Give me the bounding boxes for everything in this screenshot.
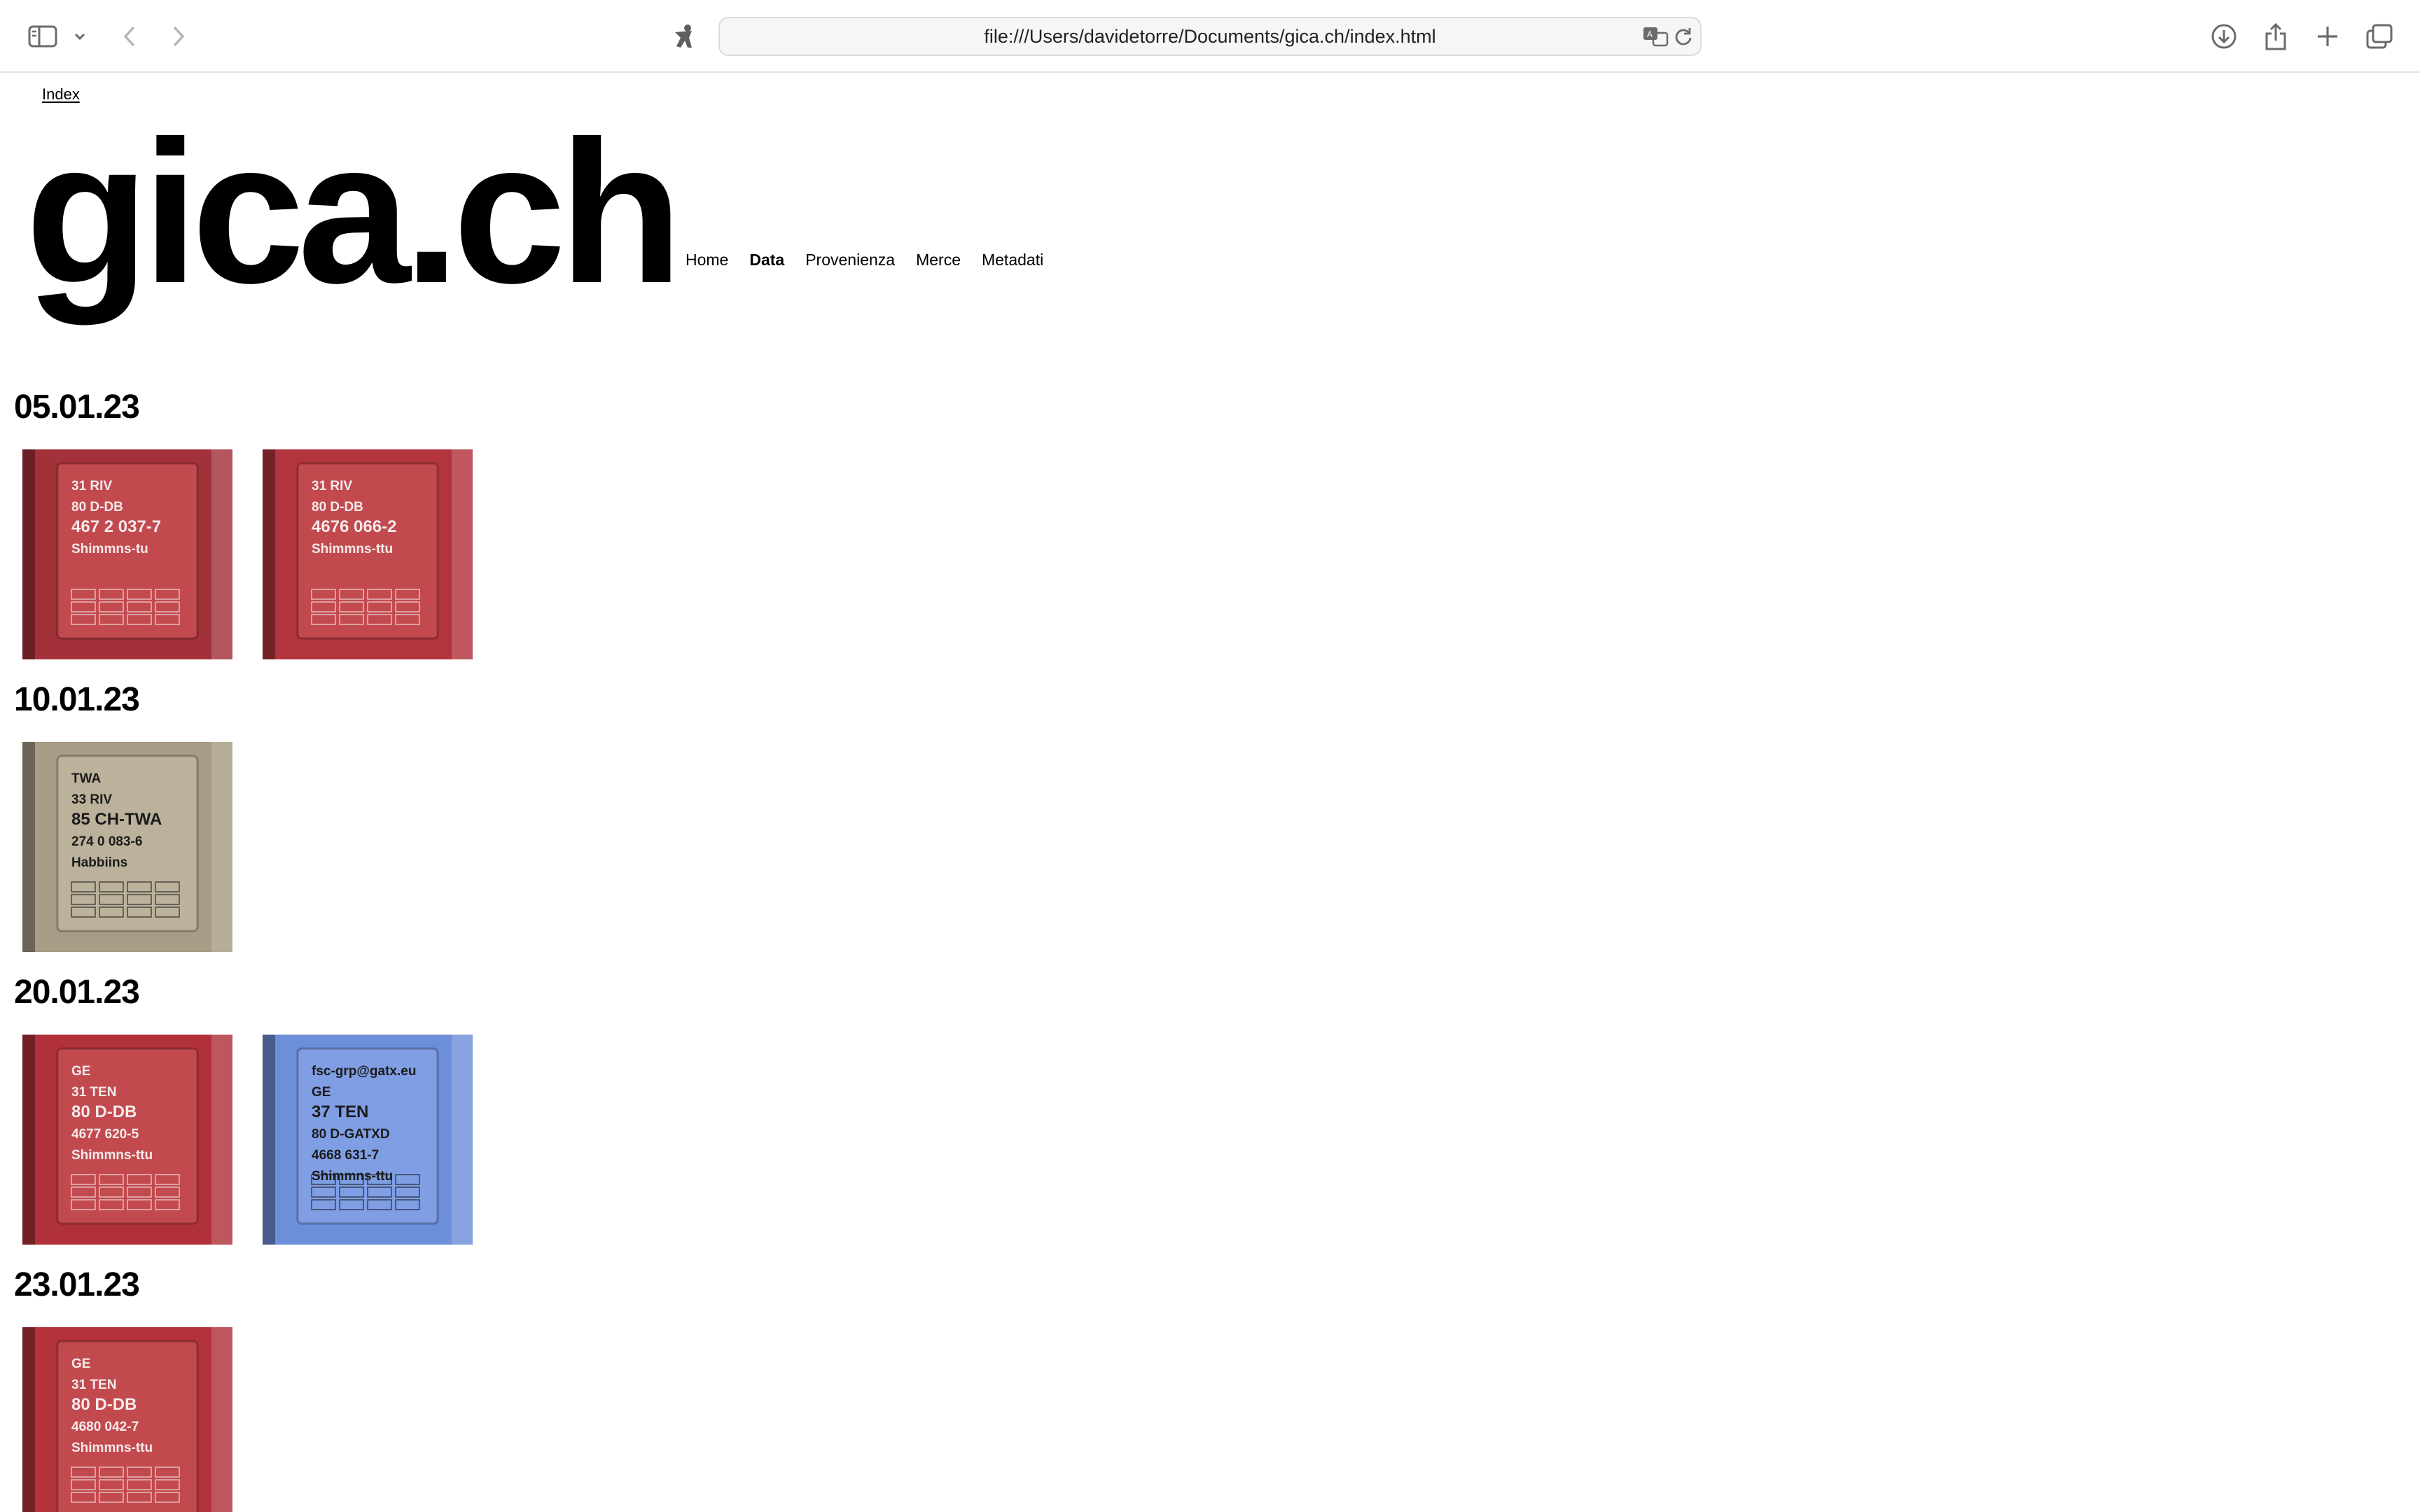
plate-text: GE xyxy=(71,1357,90,1371)
address-bar[interactable]: file:///Users/davidetorre/Documents/gica… xyxy=(718,17,1702,56)
plate-text: 467 2 037-7 xyxy=(71,517,161,536)
date-heading: 20.01.23 xyxy=(14,974,140,1011)
plate-text: Habbiins xyxy=(71,855,127,870)
plate-text: Shimmns-tu xyxy=(71,542,148,556)
tab-overview-icon[interactable] xyxy=(2364,21,2395,52)
plate-text: 80 D-GATXD xyxy=(312,1127,390,1142)
wagon-photo-thumbnail[interactable]: GE 31 TEN 80 D-DB 4677 620-5 Shimmns-ttu xyxy=(22,1035,232,1245)
new-tab-icon[interactable] xyxy=(2312,21,2343,52)
sidebar-icon[interactable] xyxy=(27,21,59,52)
plate-text: fsc-grp@gatx.eu xyxy=(312,1064,416,1079)
wagon-photo-thumbnail[interactable]: TWA 33 RIV 85 CH-TWA 274 0 083-6 Habbiins xyxy=(22,742,232,952)
plate-text: GE xyxy=(312,1085,331,1100)
plate-text: Shimmns-ttu xyxy=(71,1441,153,1455)
back-icon[interactable] xyxy=(118,21,141,52)
url-text[interactable]: file:///Users/davidetorre/Documents/gica… xyxy=(720,18,1700,55)
wagon-photo-thumbnail[interactable]: 31 RIV 80 D-DB 467 2 037-7 Shimmns-tu xyxy=(22,449,232,659)
main-nav: Home Data Provenienza Merce Metadati xyxy=(686,251,1043,270)
plate-text: TWA xyxy=(71,771,101,786)
browser-toolbar: file:///Users/davidetorre/Documents/gica… xyxy=(0,0,2420,73)
wagon-photo-thumbnail[interactable]: 31 RIV 80 D-DB 4676 066-2 Shimmns-ttu xyxy=(263,449,473,659)
date-heading: 05.01.23 xyxy=(14,388,140,426)
plate-text: 4668 631-7 xyxy=(312,1148,379,1163)
plate-text: 31 RIV xyxy=(71,479,112,493)
nav-merce[interactable]: Merce xyxy=(916,251,961,270)
nav-home[interactable]: Home xyxy=(686,251,728,270)
plate-text: 80 D-DB xyxy=(71,1102,137,1121)
plate-text: 37 TEN xyxy=(312,1102,368,1121)
plate-text: 4680 042-7 xyxy=(71,1420,139,1434)
plate-text: 31 RIV xyxy=(312,479,352,493)
plate-text: 4676 066-2 xyxy=(312,517,396,536)
plate-text: Shimmns-ttu xyxy=(312,542,393,556)
plate-text: 33 RIV xyxy=(71,792,112,807)
wagon-photo-thumbnail[interactable]: GE 31 TEN 80 D-DB 4680 042-7 Shimmns-ttu xyxy=(22,1327,232,1512)
plate-text: 31 TEN xyxy=(71,1378,116,1392)
chevron-down-icon[interactable] xyxy=(70,21,90,52)
site-title: gica.ch xyxy=(25,99,683,326)
plate-text: 85 CH-TWA xyxy=(71,810,162,829)
nav-data[interactable]: Data xyxy=(749,251,784,270)
privacy-icon[interactable] xyxy=(669,21,700,52)
nav-provenienza[interactable]: Provenienza xyxy=(805,251,895,270)
forward-icon[interactable] xyxy=(167,21,190,52)
download-icon[interactable] xyxy=(2209,21,2239,52)
svg-text:A: A xyxy=(1647,29,1653,39)
plate-text: Shimmns-ttu xyxy=(71,1148,153,1163)
plate-text: 4677 620-5 xyxy=(71,1127,139,1142)
wagon-photo-thumbnail[interactable]: fsc-grp@gatx.eu GE 37 TEN 80 D-GATXD 4668 63… xyxy=(263,1035,473,1245)
plate-text: 80 D-DB xyxy=(71,500,123,514)
plate-text: 80 D-DB xyxy=(312,500,363,514)
reload-icon[interactable] xyxy=(1669,24,1697,49)
translate-icon[interactable]: A xyxy=(1641,24,1669,49)
nav-metadati[interactable]: Metadati xyxy=(982,251,1043,270)
date-heading: 23.01.23 xyxy=(14,1266,140,1303)
plate-text: 274 0 083-6 xyxy=(71,834,142,849)
plate-text: GE xyxy=(71,1064,90,1079)
plate-text: Shimmns-ttu xyxy=(312,1169,393,1184)
share-icon[interactable] xyxy=(2260,21,2291,52)
plate-text: 80 D-DB xyxy=(71,1395,137,1414)
date-heading: 10.01.23 xyxy=(14,681,140,718)
plate-text: 31 TEN xyxy=(71,1085,116,1100)
